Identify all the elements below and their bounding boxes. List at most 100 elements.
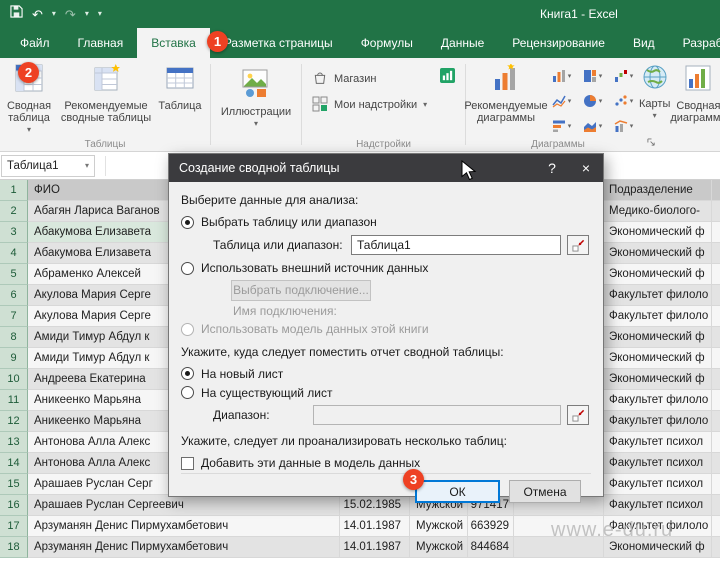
row-header[interactable]: 18 (0, 537, 28, 558)
choose-connection-button[interactable]: Выбрать подключение... (231, 279, 371, 301)
tab-developer[interactable]: Разработчик (669, 28, 720, 58)
pie-chart-icon[interactable]: ▾ (577, 88, 608, 113)
cell-sliver[interactable] (712, 348, 720, 369)
redo-caret-icon[interactable]: ▾ (85, 10, 89, 18)
column-chart-icon[interactable]: ▾ (546, 63, 577, 88)
row-header[interactable]: 12 (0, 411, 28, 432)
cell-dept[interactable]: Факультет психол (604, 495, 712, 516)
row-header[interactable]: 4 (0, 243, 28, 264)
cell-dept[interactable]: Факультет филоло (604, 411, 712, 432)
radio-new-sheet[interactable] (181, 367, 194, 380)
cell-sliver[interactable] (712, 369, 720, 390)
cell-sliver[interactable] (712, 495, 720, 516)
tab-data[interactable]: Данные (427, 28, 498, 58)
row-header[interactable]: 16 (0, 495, 28, 516)
tab-insert[interactable]: Вставка (137, 28, 210, 58)
row-header[interactable]: 13 (0, 432, 28, 453)
cell-gender[interactable]: Мужской (410, 537, 468, 558)
cell-gender[interactable]: Мужской (410, 516, 468, 537)
cell-dept[interactable]: Экономический ф (604, 264, 712, 285)
cell-dept[interactable]: Факультет психол (604, 432, 712, 453)
cell-dept[interactable]: Экономический ф (604, 327, 712, 348)
tab-page-layout[interactable]: Разметка страницы (210, 28, 347, 58)
ok-button[interactable]: ОК (415, 480, 500, 503)
radio-select-table[interactable] (181, 215, 194, 229)
scatter-chart-icon[interactable]: ▾ (608, 88, 639, 113)
cell-fio[interactable]: Арзуманян Денис Пирмухамбетович (28, 516, 340, 537)
row-header[interactable]: 15 (0, 474, 28, 495)
cell-dept[interactable]: Факультет филоло (604, 306, 712, 327)
cell-fio[interactable]: Арзуманян Денис Пирмухамбетович (28, 537, 340, 558)
hierarchy-chart-icon[interactable]: ▾ (577, 63, 608, 88)
combo-chart-icon[interactable]: ▾ (608, 113, 639, 138)
row-header[interactable]: 6 (0, 285, 28, 306)
tab-review[interactable]: Рецензирование (498, 28, 619, 58)
row-header[interactable]: 3 (0, 222, 28, 243)
cell-sliver[interactable] (712, 474, 720, 495)
customize-qat-caret-icon[interactable]: ▾ (98, 10, 102, 18)
row-header[interactable]: 1 (0, 180, 28, 201)
cell-sliver[interactable] (712, 243, 720, 264)
dialog-close-button[interactable]: × (569, 154, 603, 182)
cell-dept[interactable]: Факультет психол (604, 453, 712, 474)
cell-sliver[interactable] (712, 264, 720, 285)
tab-home[interactable]: Главная (64, 28, 138, 58)
row-header[interactable]: 7 (0, 306, 28, 327)
cell-dept[interactable]: Экономический ф (604, 222, 712, 243)
row-header[interactable]: 17 (0, 516, 28, 537)
dialog-title-bar[interactable]: Создание сводной таблицы ? × (169, 154, 603, 182)
recommended-pivot-button[interactable]: Рекомендуемые сводные таблицы (58, 58, 154, 134)
row-header[interactable]: 2 (0, 201, 28, 222)
line-chart-icon[interactable]: ▾ (546, 88, 577, 113)
row-header[interactable]: 10 (0, 369, 28, 390)
cell-sliver[interactable] (712, 222, 720, 243)
location-input[interactable] (313, 405, 561, 425)
charts-dialog-launcher-icon[interactable] (646, 137, 657, 148)
save-icon[interactable] (10, 5, 23, 23)
row-header[interactable]: 8 (0, 327, 28, 348)
cell-sliver[interactable] (712, 537, 720, 558)
radio-existing-sheet[interactable] (181, 386, 194, 399)
cancel-button[interactable]: Отмена (509, 480, 581, 503)
column-header-dept[interactable]: Подразделение (604, 180, 712, 201)
add-to-data-model-checkbox[interactable] (181, 456, 194, 470)
location-range-picker-button[interactable] (567, 405, 589, 425)
cell-sliver[interactable] (712, 453, 720, 474)
dialog-help-button[interactable]: ? (535, 154, 569, 182)
my-addins-button[interactable]: Мои надстройки ▾ (302, 92, 465, 118)
undo-icon[interactable]: ↶ (32, 8, 43, 21)
radio-external-source[interactable] (181, 261, 194, 275)
area-chart-icon[interactable]: ▾ (577, 113, 608, 138)
cell-sliver[interactable] (712, 516, 720, 537)
cell-date[interactable]: 14.01.1987 (340, 537, 410, 558)
cell-code[interactable]: 844684 (468, 537, 514, 558)
row-header[interactable]: 14 (0, 453, 28, 474)
cell-sliver[interactable] (712, 390, 720, 411)
bar-chart-icon[interactable]: ▾ (546, 113, 577, 138)
recommended-charts-button[interactable]: Рекомендуемые диаграммы (464, 58, 548, 134)
cell-code[interactable]: 663929 (468, 516, 514, 537)
tab-formulas[interactable]: Формулы (347, 28, 427, 58)
cell-sliver[interactable] (712, 306, 720, 327)
undo-caret-icon[interactable]: ▾ (52, 10, 56, 18)
cell-dept[interactable]: Факультет психол (604, 474, 712, 495)
waterfall-chart-icon[interactable]: ▾ (608, 63, 639, 88)
range-picker-button[interactable] (567, 235, 589, 255)
tab-file[interactable]: Файл (6, 28, 64, 58)
name-box[interactable]: Таблица1 ▾ (1, 154, 95, 177)
cell-dept[interactable]: Факультет филоло (604, 390, 712, 411)
table-button[interactable]: Таблица (154, 58, 206, 134)
cell-sliver[interactable] (712, 432, 720, 453)
cell-sliver[interactable] (712, 411, 720, 432)
cell-dept[interactable]: Экономический ф (604, 369, 712, 390)
cell-sliver[interactable] (712, 327, 720, 348)
cell-sliver[interactable] (712, 201, 720, 222)
cell-dept[interactable]: Экономический ф (604, 348, 712, 369)
column-header[interactable] (712, 180, 720, 201)
cell-sliver[interactable] (712, 285, 720, 306)
row-header[interactable]: 5 (0, 264, 28, 285)
tab-view[interactable]: Вид (619, 28, 669, 58)
cell-dept[interactable]: Медико-биолого- (604, 201, 712, 222)
table-range-input[interactable]: Таблица1 (351, 235, 561, 255)
row-header[interactable]: 9 (0, 348, 28, 369)
